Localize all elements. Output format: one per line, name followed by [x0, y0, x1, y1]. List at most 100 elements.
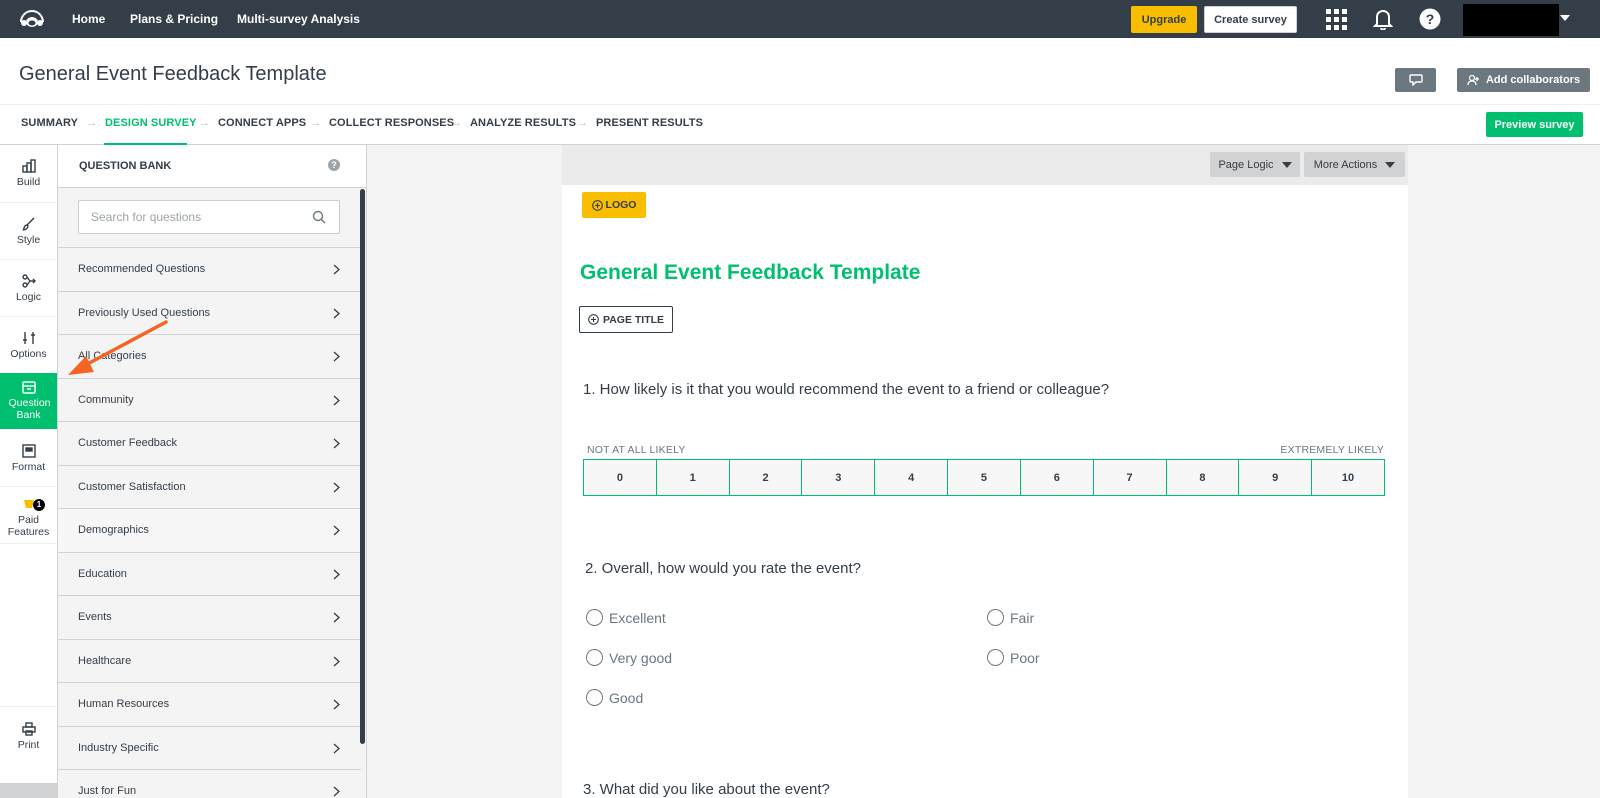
question-3-text[interactable]: 3. What did you like about the event?	[583, 781, 830, 798]
survey-title[interactable]: General Event Feedback Template	[19, 63, 327, 86]
option-fair[interactable]: Fair	[987, 609, 1034, 626]
rail-logic[interactable]: Logic	[0, 274, 57, 318]
question-category-item[interactable]: Recommended Questions	[58, 248, 361, 292]
build-icon	[21, 159, 36, 173]
more-actions-label: More Actions	[1313, 158, 1378, 171]
nps-option[interactable]: 1	[656, 460, 730, 495]
rail-options[interactable]: Options	[0, 331, 57, 375]
question-category-label: Community	[78, 393, 134, 406]
nps-option[interactable]: 4	[875, 460, 949, 495]
nps-option[interactable]: 9	[1239, 460, 1313, 495]
question-category-item[interactable]: Previously Used Questions	[58, 292, 361, 335]
page-toolbar: Page Logic More Actions	[562, 145, 1408, 185]
nav-plans-pricing[interactable]: Plans & Pricing	[130, 12, 218, 26]
add-logo-button[interactable]: LOGO	[582, 192, 646, 218]
question-category-label: Demographics	[78, 524, 149, 537]
create-survey-button[interactable]: Create survey	[1204, 6, 1297, 33]
nps-option[interactable]: 3	[802, 460, 876, 495]
question-bank-scrollbar[interactable]	[360, 189, 365, 744]
nav-multi-survey-analysis[interactable]: Multi-survey Analysis	[237, 12, 360, 26]
radio-button[interactable]	[987, 609, 1004, 626]
add-page-title-button[interactable]: PAGE TITLE	[579, 306, 673, 333]
nps-option[interactable]: 5	[948, 460, 1021, 495]
step-analyze-results[interactable]: ANALYZE RESULTS	[470, 117, 576, 129]
question-category-item[interactable]: Healthcare	[58, 640, 361, 683]
rail-format[interactable]: Format	[0, 444, 57, 488]
nps-high-label: EXTREMELY LIKELY	[1280, 444, 1384, 456]
page-logic-button[interactable]: Page Logic	[1210, 152, 1300, 177]
help-icon[interactable]: ?	[1419, 8, 1441, 30]
comment-icon	[1408, 74, 1423, 86]
question-category-item[interactable]: Education	[58, 553, 361, 596]
question-category-item[interactable]: Customer Feedback	[58, 422, 361, 466]
plus-circle-icon	[588, 314, 599, 325]
chevron-right-icon	[333, 482, 340, 492]
rail-style[interactable]: Style	[0, 217, 57, 261]
question-2-text[interactable]: 2. Overall, how would you rate the event…	[585, 560, 861, 577]
option-very-good[interactable]: Very good	[586, 649, 672, 666]
account-menu[interactable]	[1463, 4, 1559, 36]
step-connect-apps[interactable]: CONNECT APPS	[218, 117, 306, 129]
question-category-item[interactable]: Community	[58, 379, 361, 422]
step-collect-responses[interactable]: COLLECT RESPONSES	[329, 117, 454, 129]
rail-question-bank-label: Question Bank	[8, 397, 51, 421]
rail-question-bank[interactable]: Question Bank	[0, 373, 57, 429]
bell-icon[interactable]	[1372, 8, 1394, 30]
survey-canvas: Page Logic More Actions LOGO General Eve…	[367, 145, 1600, 798]
surveymonkey-logo-icon[interactable]	[18, 8, 46, 30]
step-summary[interactable]: SUMMARY	[21, 117, 78, 129]
top-navigation-bar: Home Plans & Pricing Multi-survey Analys…	[0, 0, 1600, 38]
nav-home[interactable]: Home	[72, 12, 105, 26]
nps-option[interactable]: 2	[729, 460, 803, 495]
upgrade-button[interactable]: Upgrade	[1131, 6, 1197, 33]
option-excellent[interactable]: Excellent	[586, 609, 666, 626]
question-category-label: Customer Satisfaction	[78, 480, 186, 493]
question-bank-icon	[21, 381, 36, 394]
question-1-text[interactable]: 1. How likely is it that you would recom…	[583, 381, 1109, 398]
comments-button[interactable]	[1395, 68, 1436, 92]
preview-survey-button[interactable]: Preview survey	[1486, 112, 1583, 137]
add-page-title-label: PAGE TITLE	[602, 313, 665, 326]
step-design-survey[interactable]: DESIGN SURVEY	[105, 117, 197, 129]
chevron-right-icon	[333, 743, 340, 753]
radio-button[interactable]	[586, 649, 603, 666]
survey-heading[interactable]: General Event Feedback Template	[580, 261, 920, 285]
radio-button[interactable]	[586, 609, 603, 626]
nps-option[interactable]: 7	[1093, 460, 1167, 495]
chevron-right-icon	[333, 438, 340, 449]
question-category-label: Education	[78, 567, 127, 580]
more-actions-button[interactable]: More Actions	[1304, 152, 1405, 177]
nps-option[interactable]: 0	[584, 460, 657, 495]
question-category-label: Events	[78, 611, 112, 624]
rail-footer	[0, 783, 57, 798]
nps-option[interactable]: 8	[1166, 460, 1240, 495]
option-poor[interactable]: Poor	[987, 649, 1040, 666]
rail-print[interactable]: Print	[0, 722, 57, 766]
question-category-item[interactable]: Demographics	[58, 509, 361, 553]
radio-button[interactable]	[586, 689, 603, 706]
account-caret-icon[interactable]	[1560, 15, 1570, 21]
question-category-item[interactable]: Customer Satisfaction	[58, 466, 361, 509]
add-collaborators-button[interactable]: Add collaborators	[1457, 68, 1590, 92]
question-category-item[interactable]: Just for Fun	[58, 770, 361, 798]
chevron-right-icon	[333, 351, 340, 362]
question-category-label: All Categories	[78, 350, 147, 363]
question-category-item[interactable]: Industry Specific	[58, 727, 361, 770]
option-good[interactable]: Good	[586, 689, 643, 706]
nps-option[interactable]: 6	[1020, 460, 1094, 495]
step-present-results[interactable]: PRESENT RESULTS	[596, 117, 703, 129]
apps-grid-icon[interactable]	[1325, 8, 1347, 30]
rail-build[interactable]: Build	[0, 159, 57, 203]
chevron-right-icon	[333, 699, 340, 710]
radio-button[interactable]	[987, 649, 1004, 666]
nps-option[interactable]: 10	[1312, 460, 1384, 495]
question-category-item[interactable]: Events	[58, 596, 361, 640]
search-icon[interactable]	[312, 210, 326, 224]
question-search-input[interactable]	[78, 200, 340, 234]
chevron-right-icon	[333, 569, 340, 579]
question-bank-help-icon[interactable]: ?	[328, 159, 340, 171]
question-category-item[interactable]: All Categories	[58, 335, 361, 379]
rail-paid-features[interactable]: 1 Paid Features	[0, 497, 57, 543]
question-category-item[interactable]: Human Resources	[58, 683, 361, 727]
option-label: Very good	[609, 649, 673, 666]
